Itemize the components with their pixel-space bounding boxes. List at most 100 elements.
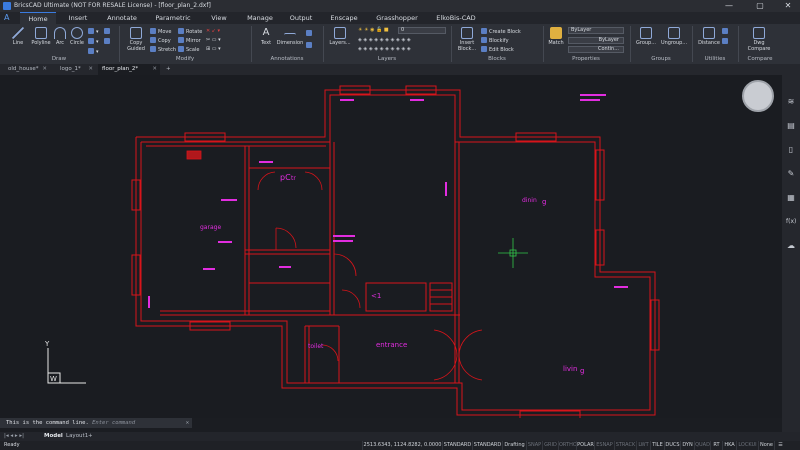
utility-tool-1[interactable] (722, 28, 730, 35)
copy-guided-tool[interactable]: Copy Guided (124, 27, 148, 52)
layout-tab-layout1[interactable]: Layout1 (66, 432, 88, 441)
command-line[interactable]: This is the command line. Enter command … (0, 418, 192, 428)
tab-elkobis-cad[interactable]: ElkoBis-CAD (432, 12, 480, 24)
layout-nav-icons[interactable]: |◂ ◂ ▸ ▸| (4, 432, 24, 441)
status-dyn[interactable]: DYN (680, 441, 694, 450)
leader-tool[interactable] (306, 30, 314, 37)
array-tool[interactable]: ⊞ ▭ ▾ (206, 46, 221, 52)
tab-parametric[interactable]: Parametric (150, 12, 196, 24)
arc-tool[interactable]: Arc (52, 27, 68, 46)
erase-tool[interactable]: ✕ ↙ ▾ (206, 28, 220, 34)
distance-tool[interactable]: Distance (696, 27, 722, 46)
status-workspace[interactable]: Drafting (502, 441, 526, 450)
doc-tab-floor-plan[interactable]: floor_plan_2* ✕ (98, 64, 160, 75)
drawing-canvas[interactable]: garage pC tr dinin g <1 toilet entrance … (0, 75, 782, 418)
hatch-tool[interactable]: ▾ (88, 38, 99, 45)
tab-grasshopper[interactable]: Grasshopper (372, 12, 422, 24)
create-block-tool[interactable]: Create Block (481, 28, 521, 35)
status-grid[interactable]: GRID (542, 441, 558, 450)
tab-view[interactable]: View (204, 12, 234, 24)
text-tool[interactable]: A Text (256, 27, 276, 46)
pen-icon[interactable]: ✎ (786, 169, 796, 179)
rectangle-tool[interactable]: ▾ (88, 28, 99, 35)
layer-tools-row1[interactable]: ◈ ◈ ◈ ◈ ◈ ◈ ◈ ◈ ◈ ◈ (358, 37, 411, 43)
copy-tool[interactable]: Copy (150, 37, 171, 44)
utility-tool-2[interactable] (722, 38, 730, 45)
layers-tool[interactable]: Layers... (328, 27, 352, 46)
status-quad[interactable]: QUAD (694, 441, 710, 450)
status-lwt[interactable]: LWT (636, 441, 650, 450)
status-esnap[interactable]: ESNAP (594, 441, 614, 450)
linetype-dropdown[interactable]: Contin... (568, 46, 624, 53)
minimize-button[interactable]: — (717, 0, 741, 12)
bookmark-icon[interactable]: ▯ (786, 145, 796, 155)
status-dim-style[interactable]: STANDARD (472, 441, 502, 450)
tab-annotate[interactable]: Annotate (102, 12, 142, 24)
status-ready: Ready (4, 442, 20, 448)
insert-block-tool[interactable]: Insert Block... (455, 27, 479, 52)
lineweight-dropdown[interactable]: ByLayer (568, 37, 624, 44)
dwg-compare-tool[interactable]: Dwg Compare (744, 27, 774, 52)
status-strack[interactable]: STRACK (614, 441, 636, 450)
status-polar[interactable]: POLAR (576, 441, 594, 450)
layer-dropdown[interactable]: 0 (398, 27, 446, 34)
color-dropdown[interactable]: ByLayer (568, 27, 624, 34)
move-tool[interactable]: Move (150, 28, 171, 35)
properties-icon[interactable]: ▤ (786, 121, 796, 131)
status-text-style[interactable]: STANDARD (442, 441, 472, 450)
ellipse-tool[interactable] (104, 38, 112, 45)
rotate-tool[interactable]: Rotate (178, 28, 202, 35)
group-tool[interactable]: Group... (634, 27, 658, 46)
layers-icon[interactable]: ≋ (786, 97, 796, 107)
status-settings-icon[interactable]: ☰ (774, 441, 786, 450)
app-menu-icon[interactable]: A (4, 14, 14, 22)
edit-block-tool[interactable]: Edit Block (481, 46, 514, 53)
status-lockui[interactable]: LOCKUI (736, 441, 758, 450)
close-button[interactable]: ✕ (776, 0, 800, 12)
layout-tab-model[interactable]: Model (44, 432, 63, 441)
tab-manage[interactable]: Manage (242, 12, 278, 24)
status-annotation-scale[interactable]: None (758, 441, 774, 450)
tab-insert[interactable]: Insert (60, 12, 96, 24)
mirror-tool[interactable]: Mirror (178, 37, 201, 44)
spline-tool[interactable]: ▾ (88, 48, 99, 55)
tab-enscape[interactable]: Enscape (326, 12, 362, 24)
circle-tool[interactable]: Circle (68, 27, 86, 46)
new-tab-button[interactable]: + (162, 64, 172, 75)
status-rt[interactable]: RT (710, 441, 722, 450)
doc-tab-label: logo_1* (60, 66, 81, 72)
polyline-tool[interactable]: Polyline (30, 27, 52, 46)
layer-state-icons[interactable]: ☀ ☀ ◉ 🔓 ■ (358, 27, 389, 33)
tab-output[interactable]: Output (286, 12, 316, 24)
scale-tool[interactable]: Scale (178, 46, 199, 53)
status-tile[interactable]: TILE (650, 441, 664, 450)
navigation-wheel[interactable] (742, 80, 774, 112)
close-tab-icon[interactable]: ✕ (42, 64, 47, 75)
line-tool[interactable]: Line (8, 27, 28, 46)
cloud-icon[interactable]: ☁ (786, 241, 796, 251)
stretch-tool[interactable]: Stretch (150, 46, 176, 53)
blockify-tool[interactable]: Blockify (481, 37, 509, 44)
status-ducs[interactable]: DUCS (664, 441, 680, 450)
close-tab-icon[interactable]: ✕ (152, 64, 157, 75)
trim-tool[interactable]: ✂ ▭ ▾ (206, 37, 221, 43)
command-close-icon[interactable]: ✕ (186, 418, 189, 428)
blocks-icon[interactable]: ▦ (786, 193, 796, 203)
status-hka[interactable]: HKA (722, 441, 736, 450)
maximize-button[interactable]: ▢ (748, 0, 772, 12)
table-tool[interactable] (306, 42, 314, 49)
coordinate-readout: 2513.6343, 1124.8282, 0.0000 (362, 441, 442, 450)
layer-tools-row2[interactable]: ◈ ◈ ◈ ◈ ◈ ◈ ◈ ◈ ◈ ◈ (358, 46, 411, 52)
doc-tab-old-house[interactable]: old_house* ✕ (4, 64, 50, 75)
point-tool[interactable] (104, 28, 112, 35)
close-tab-icon[interactable]: ✕ (88, 64, 93, 75)
fx-icon[interactable]: f(x) (786, 217, 796, 227)
tab-home[interactable]: Home (20, 12, 56, 24)
status-ortho[interactable]: ORTHO (558, 441, 577, 450)
dimension-tool[interactable]: Dimension (276, 27, 304, 46)
match-properties-tool[interactable]: Match (546, 27, 566, 46)
layout-tab-add[interactable]: + (88, 432, 93, 441)
ungroup-tool[interactable]: Ungroup... (660, 27, 688, 46)
doc-tab-logo[interactable]: logo_1* ✕ (56, 64, 96, 75)
status-snap[interactable]: SNAP (526, 441, 542, 450)
